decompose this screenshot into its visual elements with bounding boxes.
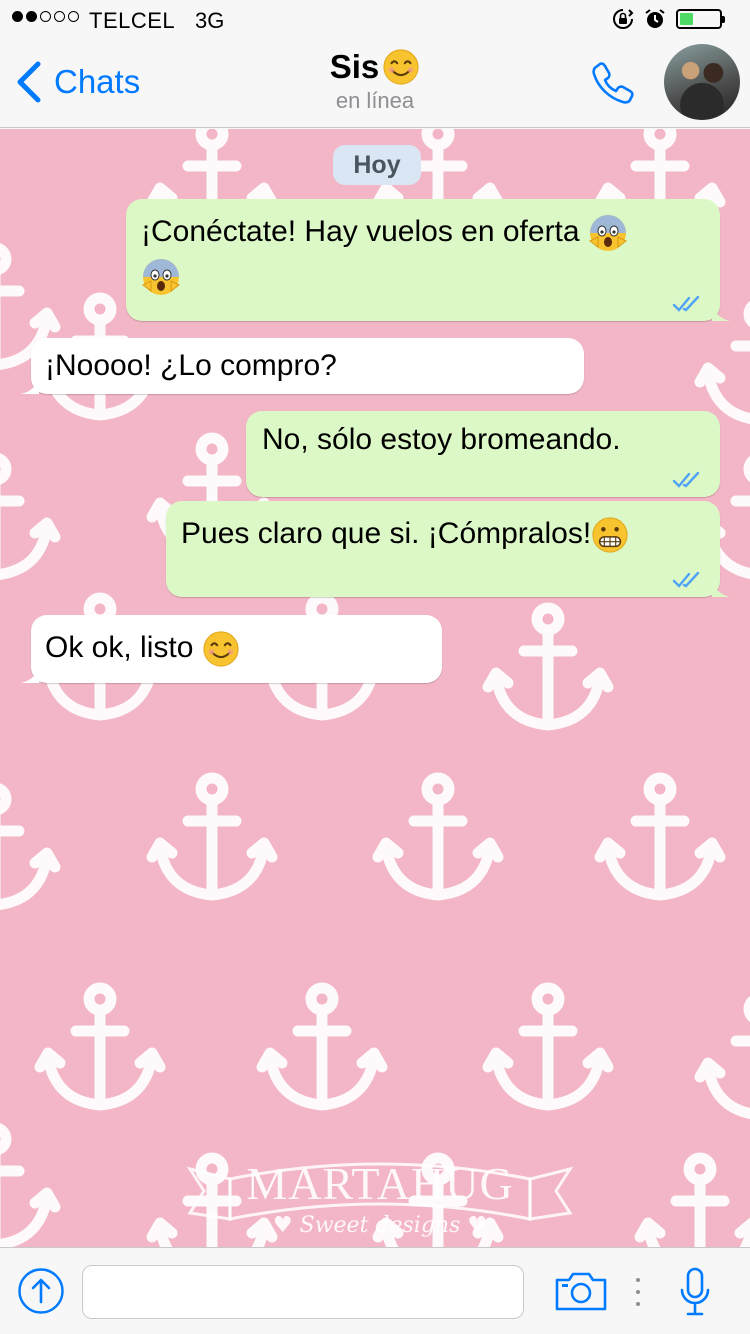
message-bubble-outgoing[interactable]: ¡Conéctate! Hay vuelos en oferta (126, 199, 730, 321)
read-receipt-icon (672, 571, 700, 588)
contact-avatar[interactable] (664, 44, 740, 120)
watermark-title: MARTAHUG (246, 1158, 514, 1209)
screaming-face-icon (142, 259, 180, 296)
message-input-bar (0, 1247, 750, 1334)
bubble-tail (21, 665, 39, 683)
signal-strength-icon (12, 11, 79, 22)
more-dots-icon (636, 1278, 640, 1306)
bubble-tail (712, 303, 730, 321)
watermark: MARTAHUG ♥ Sweet designs ♥ (170, 1139, 590, 1247)
date-separator: Hoy (333, 145, 421, 185)
camera-icon[interactable] (554, 1270, 608, 1312)
message-text: No, sólo estoy bromeando. (262, 423, 621, 456)
bubble-tail (712, 579, 730, 597)
battery-level (680, 13, 694, 25)
upload-arrow-icon[interactable] (17, 1267, 65, 1315)
read-receipt-icon (672, 471, 700, 488)
status-bar: TELCEL 3G (0, 0, 750, 40)
chat-header: Chats Sis en línea (0, 40, 750, 128)
message-text: Ok ok, listo (45, 629, 428, 668)
smiling-face-icon (203, 631, 239, 667)
contact-name: Sis (330, 48, 421, 86)
phone-icon[interactable] (588, 58, 638, 108)
rotation-lock-icon (613, 9, 634, 29)
message-bubble-incoming[interactable]: ¡Noooo! ¿Lo compro? (21, 338, 584, 394)
smiling-face-icon (383, 49, 419, 85)
microphone-icon[interactable] (678, 1266, 712, 1318)
carrier-name: TELCEL (89, 8, 176, 33)
message-input[interactable] (82, 1265, 524, 1319)
bubble-tail (21, 376, 39, 394)
contact-name-text: Sis (329, 48, 380, 85)
message-text: ¡Noooo! ¿Lo compro? (45, 349, 337, 382)
watermark-subtitle: ♥ Sweet designs ♥ (272, 1213, 488, 1238)
chat-area[interactable]: MARTAHUG ♥ Sweet designs ♥ Hoy ¡Conéctat… (0, 129, 750, 1247)
screaming-face-icon (588, 215, 627, 252)
message-bubble-outgoing[interactable]: Pues claro que si. ¡Cómpralos! (166, 501, 730, 597)
message-bubble-outgoing[interactable]: No, sólo estoy bromeando. (246, 411, 720, 497)
alarm-clock-icon (645, 9, 665, 28)
grimacing-face-icon (592, 517, 628, 553)
network-type: 3G (195, 8, 225, 33)
battery-icon (676, 9, 725, 29)
message-text: Pues claro que si. ¡Cómpralos! (181, 515, 704, 554)
message-bubble-incoming[interactable]: Ok ok, listo (21, 615, 442, 683)
read-receipt-icon (672, 295, 700, 312)
message-text: ¡Conéctate! Hay vuelos en oferta (141, 213, 704, 253)
